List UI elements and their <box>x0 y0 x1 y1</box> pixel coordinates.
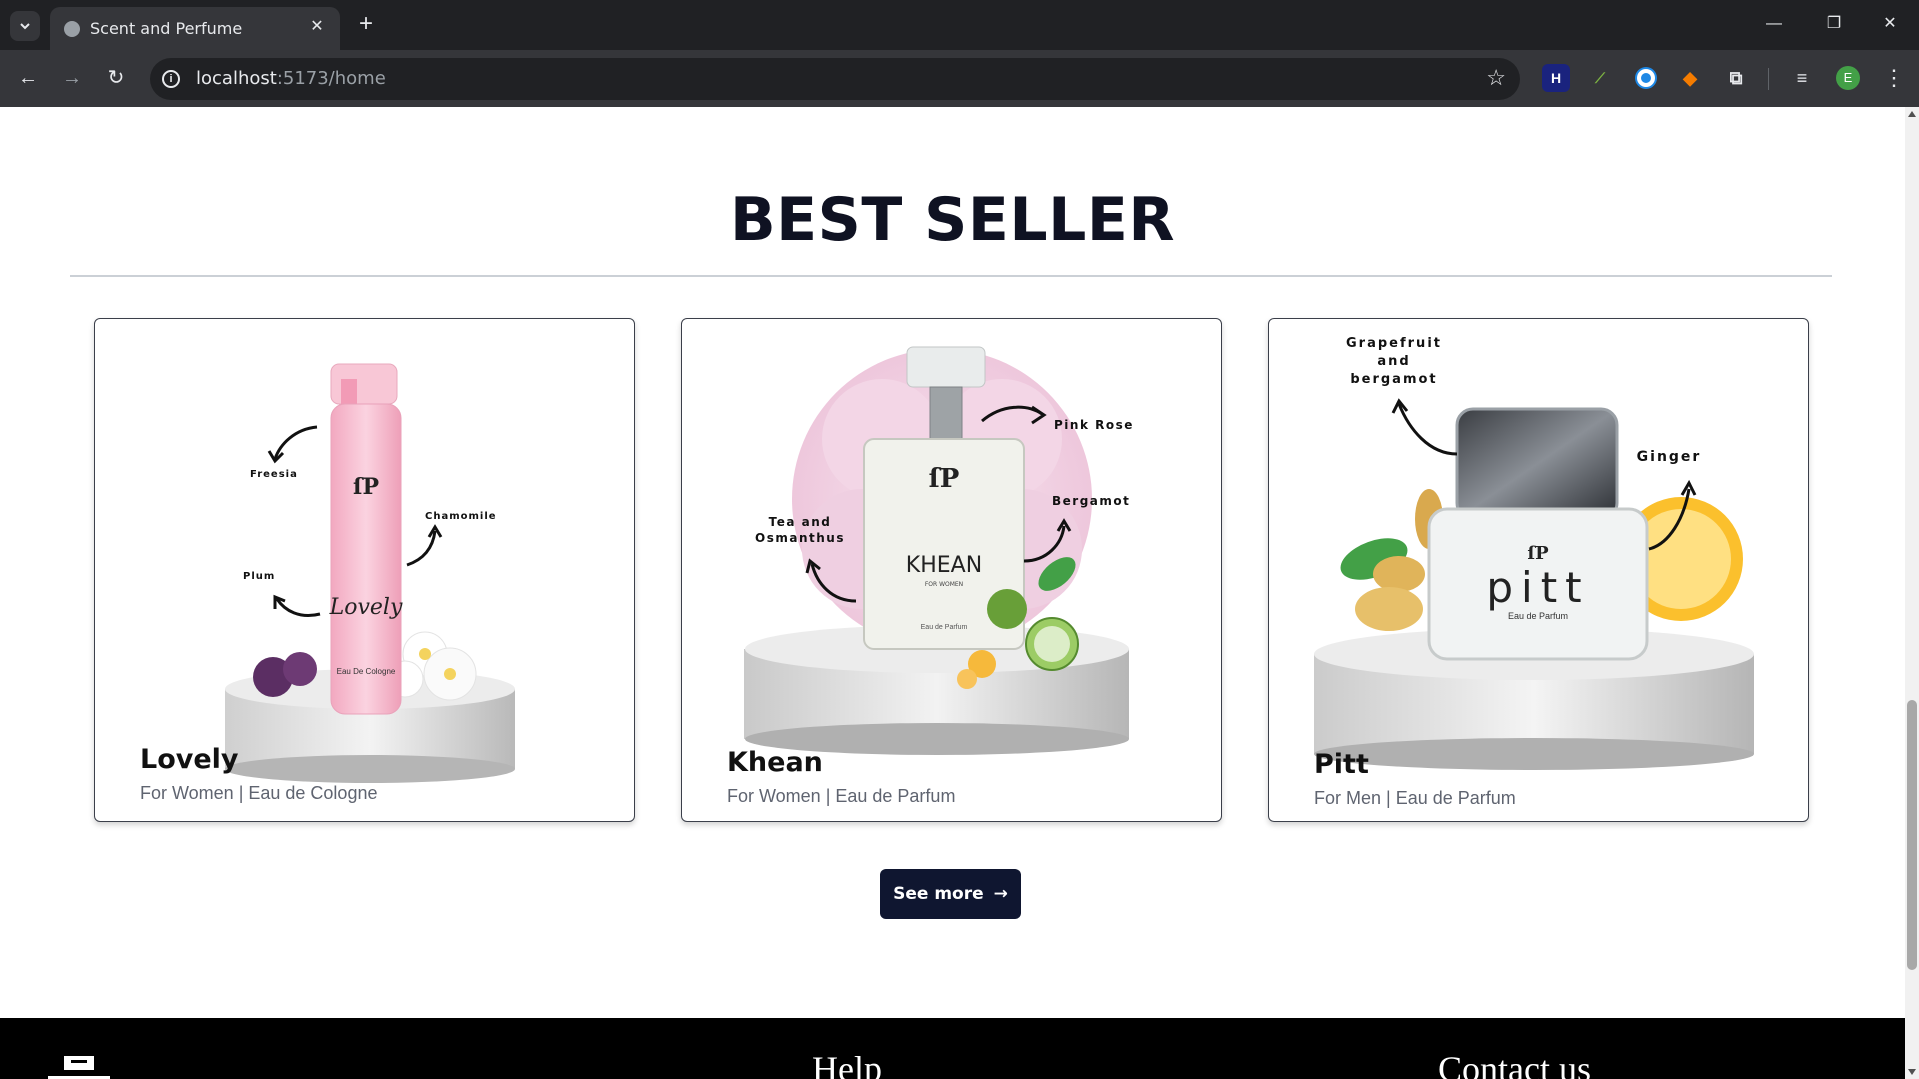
svg-text:pitt: pitt <box>1486 563 1589 612</box>
info-icon[interactable]: i <box>162 70 180 88</box>
reload-icon[interactable]: ↻ <box>100 62 132 94</box>
svg-text:Eau de Parfum: Eau de Parfum <box>921 624 968 631</box>
svg-text:Lovely: Lovely <box>329 595 403 620</box>
close-icon[interactable]: ✕ <box>306 16 328 38</box>
svg-text:Eau de Parfum: Eau de Parfum <box>1508 611 1568 621</box>
see-more-button[interactable]: See more → <box>880 869 1021 919</box>
section-title: BEST SELLER <box>729 185 1176 255</box>
more-icon[interactable]: ⋮ <box>1880 62 1908 94</box>
product-card-lovely[interactable]: ſP Lovely Eau De Cologne Freesia Chamomi… <box>94 318 635 822</box>
product-card-khean[interactable]: ſP KHEAN FOR WOMEN Eau de Parfum Pink Ro… <box>681 318 1222 822</box>
svg-text:Ginger: Ginger <box>1637 449 1702 465</box>
restore-icon[interactable]: ❐ <box>1812 8 1856 40</box>
address-bar[interactable]: i localhost:5173/home ☆ <box>150 58 1520 100</box>
toolbar-separator <box>1768 68 1769 90</box>
page-scrollbar[interactable] <box>1905 107 1919 1079</box>
media-icon[interactable]: ≡ <box>1788 64 1816 92</box>
product-name: Lovely <box>140 744 239 775</box>
footer-help-heading[interactable]: Help <box>812 1048 882 1079</box>
svg-text:ſP: ſP <box>1527 543 1549 564</box>
close-window-icon[interactable]: ✕ <box>1868 8 1912 40</box>
product-subtitle: For Women | Eau de Parfum <box>727 786 956 806</box>
svg-text:KHEAN: KHEAN <box>906 553 982 578</box>
extensions-icon[interactable]: ⧉ <box>1722 64 1750 92</box>
svg-text:Chamomile: Chamomile <box>425 511 497 522</box>
svg-text:Tea and: Tea and <box>769 515 832 529</box>
url-text: localhost:5173/home <box>196 68 386 89</box>
svg-text:Pink Rose: Pink Rose <box>1054 418 1134 432</box>
globe-icon <box>64 21 80 37</box>
svg-text:bergamot: bergamot <box>1350 372 1437 387</box>
section-divider <box>70 275 1832 277</box>
product-subtitle: For Women | Eau de Cologne <box>140 783 378 803</box>
svg-text:Plum: Plum <box>243 571 275 582</box>
plus-icon[interactable]: + <box>352 11 380 39</box>
product-name: Khean <box>727 747 823 778</box>
product-name: Pitt <box>1314 749 1369 780</box>
back-icon[interactable]: ← <box>12 62 44 94</box>
extension-circle-icon[interactable] <box>1632 64 1660 92</box>
svg-text:ſP: ſP <box>929 464 960 494</box>
svg-text:Osmanthus: Osmanthus <box>755 531 845 545</box>
product-image-pitt: ſP pitt Eau de Parfum Grapefruit and ber… <box>1314 336 1754 770</box>
svg-text:and: and <box>1377 354 1410 369</box>
tab-list-icon <box>20 23 30 30</box>
scroll-up-icon[interactable] <box>1908 111 1916 117</box>
product-card-pitt[interactable]: ſP pitt Eau de Parfum Grapefruit and ber… <box>1268 318 1809 822</box>
star-icon[interactable]: ☆ <box>1486 66 1506 90</box>
tab-list-button[interactable] <box>10 11 40 41</box>
avatar[interactable]: E <box>1836 66 1860 90</box>
page-viewport: BEST SELLER ſP Lovely Eau De Cologne Fre… <box>0 107 1905 1079</box>
svg-text:Freesia: Freesia <box>250 469 298 480</box>
footer-logo <box>48 1056 110 1079</box>
forward-icon[interactable]: → <box>56 62 88 94</box>
active-tab[interactable]: Scent and Perfume ✕ <box>50 7 340 50</box>
svg-text:ſP: ſP <box>353 474 379 500</box>
browser-tab-bar: Scent and Perfume ✕ + — ❐ ✕ <box>0 0 1919 50</box>
footer-contact-heading[interactable]: Contact us <box>1438 1048 1591 1079</box>
extension-fox-icon[interactable]: ◆ <box>1676 64 1704 92</box>
extension-chart-icon[interactable]: ⟋ <box>1586 64 1614 92</box>
scroll-down-icon[interactable] <box>1908 1069 1916 1075</box>
tab-title: Scent and Perfume <box>90 19 243 38</box>
footer: Help Contact us <box>0 1018 1905 1079</box>
svg-text:Eau De Cologne: Eau De Cologne <box>337 667 396 676</box>
scroll-thumb[interactable] <box>1907 700 1917 970</box>
extension-h-icon[interactable]: H <box>1542 64 1570 92</box>
svg-text:FOR WOMEN: FOR WOMEN <box>925 581 963 588</box>
arrow-right-icon: → <box>993 884 1008 904</box>
see-more-label: See more <box>893 884 984 904</box>
svg-text:Grapefruit: Grapefruit <box>1346 336 1442 351</box>
minimize-icon[interactable]: — <box>1752 8 1796 40</box>
svg-text:Bergamot: Bergamot <box>1052 494 1130 508</box>
product-subtitle: For Men | Eau de Parfum <box>1314 788 1516 808</box>
browser-toolbar: ← → ↻ i localhost:5173/home ☆ H ⟋ ◆ ⧉ ≡ … <box>0 50 1919 107</box>
